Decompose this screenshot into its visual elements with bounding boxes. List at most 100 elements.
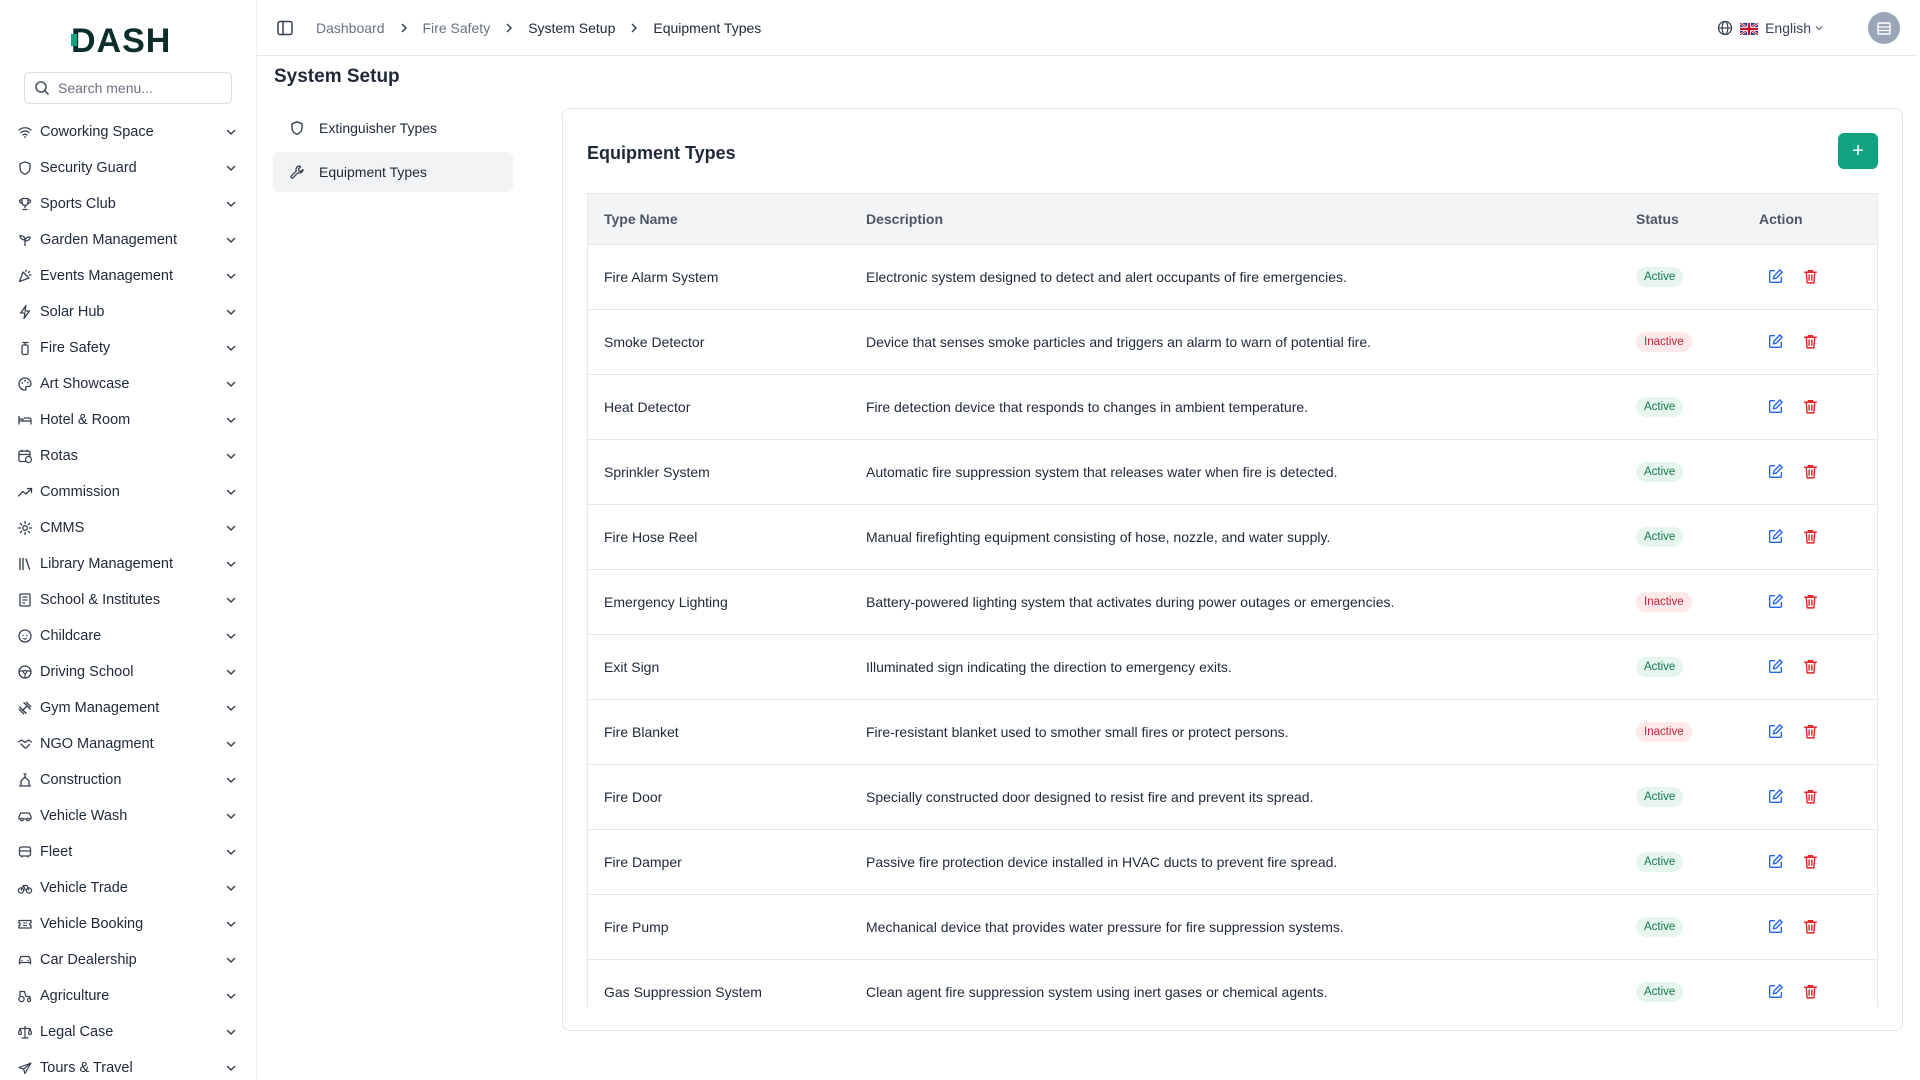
action-cell xyxy=(1743,894,1877,959)
sidebar-item-agriculture[interactable]: Agriculture xyxy=(0,978,256,1014)
search-input[interactable] xyxy=(58,80,228,96)
sidebar-item-sports-club[interactable]: Sports Club xyxy=(0,186,256,222)
delete-icon[interactable] xyxy=(1802,658,1819,675)
type-name-cell: Fire Pump xyxy=(604,918,669,935)
subnav-extinguisher-types[interactable]: Extinguisher Types xyxy=(273,108,513,148)
subnav-equipment-types[interactable]: Equipment Types xyxy=(273,152,513,192)
edit-icon[interactable] xyxy=(1767,268,1784,285)
delete-icon[interactable] xyxy=(1802,268,1819,285)
wrench-icon xyxy=(289,164,305,180)
row-actions xyxy=(1759,983,1861,1000)
breadcrumb-system-setup[interactable]: System Setup xyxy=(528,20,615,36)
table-row: Exit Sign Illuminated sign indicating the… xyxy=(588,634,1877,699)
breadcrumb-dashboard[interactable]: Dashboard xyxy=(316,20,385,36)
delete-icon[interactable] xyxy=(1802,723,1819,740)
table-row: Fire Alarm System Electronic system desig… xyxy=(588,244,1877,309)
sidebar-item-label: Tours & Travel xyxy=(40,1060,133,1076)
table-row: Gas Suppression System Clean agent fire s… xyxy=(588,959,1877,1007)
sidebar-toggle-icon[interactable] xyxy=(276,19,294,37)
sidebar-item-commission[interactable]: Commission xyxy=(0,474,256,510)
sidebar-item-cmms[interactable]: CMMS xyxy=(0,510,256,546)
sidebar-item-tours-travel[interactable]: Tours & Travel xyxy=(0,1050,256,1080)
chevron-down-icon xyxy=(224,809,238,823)
action-cell xyxy=(1743,764,1877,829)
sidebar-item-rotas[interactable]: Rotas xyxy=(0,438,256,474)
language-selector[interactable]: English xyxy=(1765,20,1825,36)
status-cell: Active xyxy=(1620,504,1743,569)
sidebar-item-fleet[interactable]: Fleet xyxy=(0,834,256,870)
edit-icon[interactable] xyxy=(1767,723,1784,740)
sidebar-item-label: Construction xyxy=(40,772,122,788)
delete-icon[interactable] xyxy=(1802,983,1819,1000)
sidebar-item-solar-hub[interactable]: Solar Hub xyxy=(0,294,256,330)
sidebar-item-vehicle-trade[interactable]: Vehicle Trade xyxy=(0,870,256,906)
edit-icon[interactable] xyxy=(1767,398,1784,415)
status-cell: Inactive xyxy=(1620,699,1743,764)
delete-icon[interactable] xyxy=(1802,463,1819,480)
delete-icon[interactable] xyxy=(1802,788,1819,805)
sidebar-item-events-management[interactable]: Events Management xyxy=(0,258,256,294)
calendar-clock-icon xyxy=(17,448,33,464)
menu-search[interactable] xyxy=(24,72,232,104)
sidebar-item-vehicle-wash[interactable]: Vehicle Wash xyxy=(0,798,256,834)
chevron-down-icon xyxy=(224,701,238,715)
chevron-right-icon xyxy=(502,21,516,35)
sidebar-item-legal-case[interactable]: Legal Case xyxy=(0,1014,256,1050)
col-header-description: Description xyxy=(850,194,1620,245)
edit-icon[interactable] xyxy=(1767,983,1784,1000)
breadcrumb-fire-safety[interactable]: Fire Safety xyxy=(423,20,491,36)
edit-icon[interactable] xyxy=(1767,853,1784,870)
delete-icon[interactable] xyxy=(1802,853,1819,870)
delete-icon[interactable] xyxy=(1802,333,1819,350)
sidebar-item-fire-safety[interactable]: Fire Safety xyxy=(0,330,256,366)
edit-icon[interactable] xyxy=(1767,333,1784,350)
sidebar-item-vehicle-booking[interactable]: Vehicle Booking xyxy=(0,906,256,942)
sidebar-item-coworking-space[interactable]: Coworking Space xyxy=(0,114,256,150)
chevron-down-icon xyxy=(224,485,238,499)
delete-icon[interactable] xyxy=(1802,593,1819,610)
edit-icon[interactable] xyxy=(1767,528,1784,545)
type-name-cell: Fire Hose Reel xyxy=(604,528,698,545)
edit-icon[interactable] xyxy=(1767,788,1784,805)
dash-logo[interactable]: DASH xyxy=(0,0,256,56)
sidebar-item-car-dealership[interactable]: Car Dealership xyxy=(0,942,256,978)
sidebar-item-construction[interactable]: Construction xyxy=(0,762,256,798)
add-equipment-type-button[interactable]: + xyxy=(1838,133,1878,169)
sidebar-item-label: Agriculture xyxy=(40,988,110,1004)
delete-icon[interactable] xyxy=(1802,528,1819,545)
edit-icon[interactable] xyxy=(1767,593,1784,610)
sidebar-item-hotel-room[interactable]: Hotel & Room xyxy=(0,402,256,438)
type-name-cell: Heat Detector xyxy=(604,398,691,415)
language-label: English xyxy=(1765,19,1811,36)
sidebar-item-security-guard[interactable]: Security Guard xyxy=(0,150,256,186)
edit-icon[interactable] xyxy=(1767,658,1784,675)
sidebar: DASH Coworking Space Security Guard Sports… xyxy=(0,0,256,1080)
tractor-icon xyxy=(17,988,33,1004)
page-title: System Setup xyxy=(274,66,400,87)
handshake-icon xyxy=(17,736,33,752)
sidebar-item-driving-school[interactable]: Driving School xyxy=(0,654,256,690)
sidebar-item-library-management[interactable]: Library Management xyxy=(0,546,256,582)
status-badge: Active xyxy=(1636,266,1684,287)
sidebar-item-gym-management[interactable]: Gym Management xyxy=(0,690,256,726)
chevron-down-icon xyxy=(224,341,238,355)
col-header-action: Action xyxy=(1743,194,1877,245)
sidebar-item-ngo-managment[interactable]: NGO Managment xyxy=(0,726,256,762)
row-actions xyxy=(1759,788,1861,805)
delete-icon[interactable] xyxy=(1802,398,1819,415)
avatar[interactable] xyxy=(1868,11,1900,44)
delete-icon[interactable] xyxy=(1802,918,1819,935)
type-name-cell: Smoke Detector xyxy=(604,333,705,350)
sidebar-item-art-showcase[interactable]: Art Showcase xyxy=(0,366,256,402)
edit-icon[interactable] xyxy=(1767,463,1784,480)
edit-icon[interactable] xyxy=(1767,918,1784,935)
chevron-down-icon xyxy=(224,413,238,427)
shield-icon xyxy=(17,160,33,176)
chevron-down-icon xyxy=(224,629,238,643)
action-cell xyxy=(1743,829,1877,894)
sidebar-item-childcare[interactable]: Childcare xyxy=(0,618,256,654)
sidebar-item-label: Rotas xyxy=(40,448,78,464)
sidebar-item-school-institutes[interactable]: School & Institutes xyxy=(0,582,256,618)
sidebar-item-garden-management[interactable]: Garden Management xyxy=(0,222,256,258)
row-actions xyxy=(1759,658,1861,675)
